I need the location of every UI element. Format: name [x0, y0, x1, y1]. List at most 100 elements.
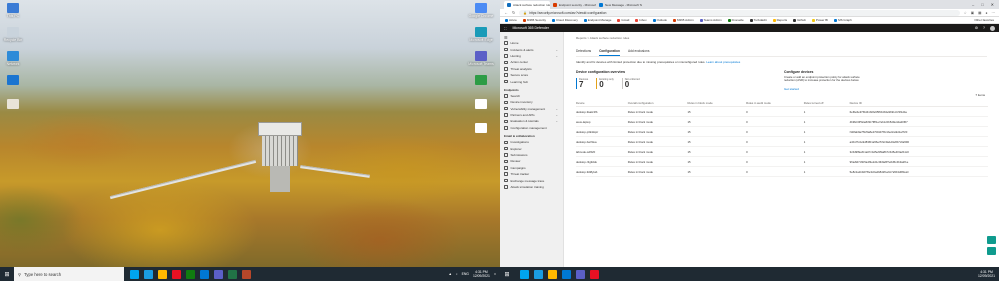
minimize-button[interactable]: –	[972, 2, 974, 7]
browser-tab[interactable]: Attack surface reduction rules×	[504, 1, 550, 9]
favorite-link[interactable]: Finevelle	[727, 18, 744, 22]
taskbar-app-icon[interactable]	[590, 269, 599, 279]
network-icon[interactable]: ▲	[449, 272, 452, 276]
favorite-link[interactable]: Reports	[772, 18, 787, 22]
taskbar-app-icon[interactable]	[144, 269, 153, 279]
column-header[interactable]: Rules in audit mode	[746, 99, 804, 108]
table-row[interactable]: desktop-p3k4dqcr Rules in block mode 15 0 1 f…	[576, 126, 988, 138]
favorite-link[interactable]: Outlook	[652, 18, 667, 22]
help-icon[interactable]: ?	[983, 26, 985, 30]
tab-detections[interactable]: Detections	[576, 49, 591, 56]
table-cell: labnode-w4520	[576, 146, 628, 158]
favorite-link[interactable]: Inbox	[635, 18, 647, 22]
favorite-link[interactable]: Teams Admin	[699, 18, 722, 22]
taskbar-app-icon[interactable]	[214, 269, 223, 279]
table-row[interactable]: desktop-r3g9ddu Rules in block mode 15 0 1 9f…	[576, 156, 988, 168]
column-header[interactable]: Overall configuration	[627, 99, 688, 108]
column-header[interactable]: Rules turned off	[803, 99, 850, 108]
table-row[interactable]: desktop-bwr9iua Rules in block mode 15 0 1 a4…	[576, 136, 988, 148]
taskbar-app-icon[interactable]	[130, 269, 139, 279]
breadcrumb[interactable]: Reports > Attack surface reduction rules	[576, 36, 987, 40]
tab-add-exclusions[interactable]: Add exclusions	[628, 49, 649, 56]
browser-tab-label: Endpoint security - Microsoft E	[559, 3, 596, 7]
table-cell: 1	[803, 166, 850, 178]
desktop-shortcut[interactable]	[468, 75, 494, 86]
taskbar-app-icon[interactable]	[172, 269, 181, 279]
taskbar-app-icon[interactable]	[228, 269, 237, 279]
collections-icon[interactable]: ▦	[978, 11, 981, 15]
profile-icon[interactable]: ●	[985, 11, 987, 15]
tab-configuration[interactable]: Configuration	[599, 49, 620, 56]
taskbar-app-icon[interactable]	[562, 269, 571, 279]
other-favorites[interactable]: Other favorites	[974, 18, 994, 22]
start-windows-icon[interactable]: ⊞	[500, 267, 514, 281]
address-bar[interactable]: 🔒 https://security.microsoft.com/asr?vie…	[519, 9, 960, 16]
favorite-link[interactable]: Github	[793, 18, 806, 22]
volume-icon[interactable]: ♪	[456, 272, 458, 276]
notification-icon[interactable]: □	[494, 272, 496, 276]
column-header[interactable]: Rules in block mode	[687, 99, 747, 108]
recycle-bin-icon	[7, 27, 19, 37]
feedback-button[interactable]	[987, 236, 996, 244]
column-header[interactable]: Device	[576, 99, 628, 108]
desktop-shortcut[interactable]: Network	[0, 51, 26, 66]
desktop-shortcut[interactable]	[0, 99, 26, 110]
desktop-shortcut[interactable]: Microsoft Teams	[468, 51, 494, 66]
favorite-link[interactable]: MS Graph	[834, 18, 852, 22]
settings-gear-icon[interactable]: ⚙	[975, 26, 978, 30]
get-started-link[interactable]: Get started	[784, 87, 868, 91]
back-icon[interactable]: ←	[504, 10, 508, 15]
language-indicator[interactable]: ENG	[462, 272, 469, 276]
favorite-star-icon[interactable]: ☆	[964, 11, 967, 15]
taskbar-app-icon[interactable]	[158, 269, 167, 279]
device-inventory-icon	[504, 100, 508, 105]
favorite-link[interactable]: Power BI	[811, 18, 828, 22]
favorite-link[interactable]: Endpoint Manage	[583, 18, 611, 22]
clock[interactable]: 4:31 PM 12/09/2021	[473, 270, 490, 278]
clock-right[interactable]: 4:31 PM 12/09/2021	[978, 270, 995, 278]
nav-item[interactable]: Attack simulation training	[500, 184, 563, 190]
more-icon[interactable]: ⋯	[992, 11, 996, 15]
chat-button[interactable]	[987, 247, 996, 255]
desktop-shortcut[interactable]	[468, 99, 494, 110]
desktop-shortcut[interactable]: Recycle Bin	[0, 27, 26, 42]
learn-prerequisites-link[interactable]: Learn about prerequisites	[706, 60, 740, 64]
desktop-shortcut[interactable]: Microsoft Edge	[468, 27, 494, 42]
desktop-shortcut[interactable]: Google Chrome	[468, 3, 494, 18]
table-row[interactable]: labnode-w4520 Rules in block mode 15 0 1 3c6d…	[576, 146, 988, 158]
favorite-link[interactable]: TurboEdit	[749, 18, 767, 22]
refresh-icon[interactable]: ↻	[512, 10, 515, 15]
favorite-link[interactable]: Azure	[505, 18, 517, 22]
favorite-link[interactable]: M365 Admin	[672, 18, 694, 22]
chrome-icon	[475, 3, 487, 13]
table-row[interactable]: asus-laptop Rules in block mode 15 0 1 4b9f2c…	[576, 116, 988, 128]
taskbar-app-icon[interactable]	[576, 269, 585, 279]
desktop-shortcut[interactable]	[0, 75, 26, 86]
app-icon	[7, 75, 19, 85]
table-cell: 3c6d9f8e2b1a07c4d5e6f9a8b7c6d5e4f3a2b1c0	[849, 146, 988, 158]
close-button[interactable]: ✕	[991, 2, 994, 7]
browser-tab[interactable]: New Message - Microsoft Tech×	[596, 1, 642, 9]
favorite-link[interactable]: M365 Security	[522, 18, 546, 22]
taskbar-search[interactable]: ⚲ Type here to search	[14, 267, 124, 281]
maximize-button[interactable]: □	[981, 2, 983, 7]
avatar[interactable]	[990, 25, 995, 31]
browser-tab[interactable]: Endpoint security - Microsoft E×	[550, 1, 596, 9]
taskbar-app-icon[interactable]	[520, 269, 529, 279]
chevron-down-icon: ⌄	[555, 53, 558, 58]
favorite-link[interactable]: Gmail	[617, 18, 629, 22]
extensions-icon[interactable]: ▣	[971, 11, 974, 15]
taskbar-app-icon[interactable]	[242, 269, 251, 279]
taskbar-app-icon[interactable]	[200, 269, 209, 279]
taskbar-app-icon[interactable]	[534, 269, 543, 279]
table-row[interactable]: desktop-9sakr2fb Rules in block mode 15 0 1 6…	[576, 106, 988, 118]
taskbar-app-icon[interactable]	[186, 269, 195, 279]
column-header[interactable]: Device ID	[849, 99, 988, 108]
start-windows-icon[interactable]: ⊞	[0, 267, 14, 281]
table-row[interactable]: desktop-9di8ytab Rules in block mode 15 0 1 5…	[576, 166, 988, 178]
favorite-link[interactable]: Cloud Discovery	[552, 18, 578, 22]
desktop-shortcut[interactable]	[468, 123, 494, 134]
desktop-shortcut[interactable]: This PC	[0, 3, 26, 18]
app-launcher-icon[interactable]: ∷	[504, 26, 507, 31]
taskbar-app-icon[interactable]	[548, 269, 557, 279]
